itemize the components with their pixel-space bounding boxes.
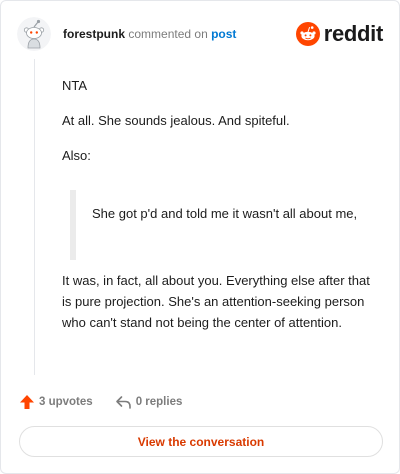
reply-button[interactable]: 0 replies xyxy=(115,394,183,410)
view-conversation-button[interactable]: View the conversation xyxy=(19,426,383,457)
quote-text: She got p'd and told me it wasn't all ab… xyxy=(92,206,358,221)
thread-line xyxy=(34,59,35,375)
comment-card: forestpunk commented on post reddit NTA … xyxy=(0,0,400,474)
reply-arrow-icon xyxy=(115,396,131,409)
comment-actions: 3 upvotes 0 replies xyxy=(19,391,182,413)
reddit-logo[interactable]: reddit xyxy=(295,21,384,47)
upvote-arrow-icon xyxy=(20,395,34,409)
comment-paragraph: At all. She sounds jealous. And spiteful… xyxy=(62,113,290,128)
post-link[interactable]: post xyxy=(211,27,236,41)
comment-paragraph: NTA xyxy=(62,78,88,93)
reply-count: 0 replies xyxy=(135,396,183,408)
upvote-button[interactable]: 3 upvotes xyxy=(19,394,93,410)
comment-paragraph: Also: xyxy=(62,148,91,163)
author-name[interactable]: forestpunk xyxy=(63,27,125,41)
comment-header: forestpunk commented on post reddit xyxy=(17,17,383,51)
comment-body: NTA At all. She sounds jealous. And spit… xyxy=(62,75,378,347)
quote-bar xyxy=(70,190,76,260)
reddit-wordmark: reddit xyxy=(323,21,384,46)
comment-paragraph: It was, in fact, all about you. Everythi… xyxy=(62,273,370,330)
upvote-count: 3 upvotes xyxy=(39,396,93,408)
snoo-avatar-icon xyxy=(17,17,51,51)
commented-on-text: commented on xyxy=(128,27,208,41)
blockquote: She got p'd and told me it wasn't all ab… xyxy=(70,190,378,260)
user-avatar[interactable] xyxy=(17,17,51,51)
comment-meta: forestpunk commented on post xyxy=(63,26,236,42)
reddit-snoo-icon xyxy=(295,22,320,46)
